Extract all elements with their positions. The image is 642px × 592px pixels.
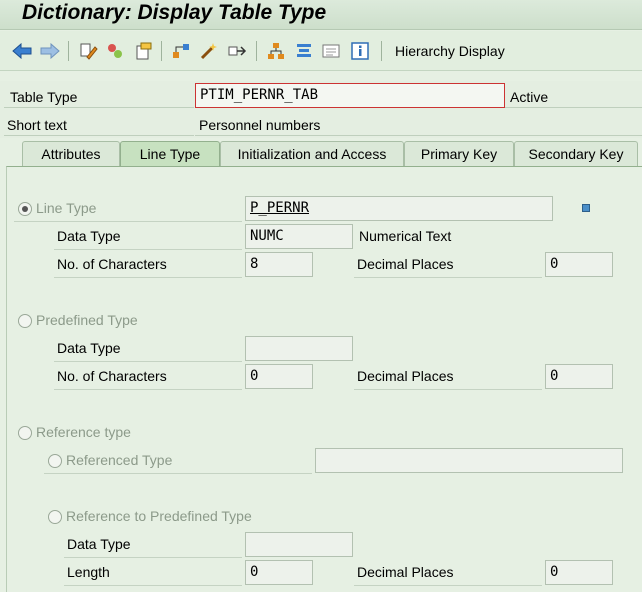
- referenced-type-label: Referenced Type: [66, 452, 173, 468]
- ref-predefined-label: Reference to Predefined Type: [66, 508, 252, 524]
- line-data-type-field[interactable]: NUMC: [245, 224, 353, 249]
- reference-type-radio[interactable]: [18, 426, 32, 440]
- ref-length-field[interactable]: 0: [245, 560, 313, 585]
- predef-num-chars-field[interactable]: 0: [245, 364, 313, 389]
- line-num-chars-label: No. of Characters: [57, 256, 167, 272]
- line-type-label: Line Type: [36, 200, 97, 216]
- other-object-icon[interactable]: [132, 40, 154, 62]
- tab-line-type[interactable]: Line Type: [120, 141, 220, 166]
- line-num-chars-field[interactable]: 8: [245, 252, 313, 277]
- referenced-type-radio[interactable]: [48, 454, 62, 468]
- window-title: Dictionary: Display Table Type: [22, 1, 327, 24]
- short-text-label: Short text: [7, 117, 67, 133]
- info-icon[interactable]: [349, 40, 371, 62]
- ref-decimal-label: Decimal Places: [357, 564, 454, 580]
- line-data-type-text: Numerical Text: [359, 228, 452, 244]
- line-decimal-label: Decimal Places: [357, 256, 454, 272]
- predef-decimal-label: Decimal Places: [357, 368, 454, 384]
- predefined-type-radio[interactable]: [18, 314, 32, 328]
- line-type-radio[interactable]: [18, 202, 32, 216]
- table-type-label: Table Type: [10, 89, 78, 105]
- activate-icon[interactable]: [198, 40, 220, 62]
- predef-num-chars-label: No. of Characters: [57, 368, 167, 384]
- ref-length-label: Length: [67, 564, 110, 580]
- display-change-icon[interactable]: [77, 40, 99, 62]
- header-area: Table Type PTIM_PERNR_TAB Active Short t…: [0, 81, 642, 138]
- ref-predefined-radio[interactable]: [48, 510, 62, 524]
- line-decimal-field[interactable]: 0: [545, 252, 613, 277]
- application-toolbar: Hierarchy Display: [0, 31, 642, 71]
- title-bar: Dictionary: Display Table Type: [0, 0, 642, 30]
- back-icon[interactable]: [11, 40, 33, 62]
- tab-secondary-key[interactable]: Secondary Key: [514, 141, 638, 166]
- reference-type-label: Reference type: [36, 424, 131, 440]
- display-object-list-icon[interactable]: [320, 40, 342, 62]
- tab-initialization-access[interactable]: Initialization and Access: [220, 141, 404, 166]
- technical-settings-icon[interactable]: [293, 40, 315, 62]
- table-type-field[interactable]: PTIM_PERNR_TAB: [195, 83, 505, 108]
- tab-primary-key[interactable]: Primary Key: [404, 141, 514, 166]
- line-data-type-label: Data Type: [57, 228, 121, 244]
- predef-data-type-label: Data Type: [57, 340, 121, 356]
- predef-decimal-field[interactable]: 0: [545, 364, 613, 389]
- ref-data-type-label: Data Type: [67, 536, 131, 552]
- line-type-field[interactable]: P_PERNR: [245, 196, 553, 221]
- tab-strip: Attributes Line Type Initialization and …: [0, 141, 642, 166]
- ref-data-type-field[interactable]: [245, 532, 353, 557]
- predefined-type-label: Predefined Type: [36, 312, 138, 328]
- forward-icon[interactable]: [39, 40, 61, 62]
- navigate-icon[interactable]: [226, 40, 248, 62]
- where-used-icon[interactable]: [170, 40, 192, 62]
- referenced-type-field[interactable]: [315, 448, 623, 473]
- hierarchy-display-button[interactable]: Hierarchy Display: [395, 43, 505, 59]
- active-inactive-icon[interactable]: [104, 40, 126, 62]
- hierarchy-icon[interactable]: [265, 40, 287, 62]
- navigate-marker-icon[interactable]: [582, 204, 590, 212]
- ref-decimal-field[interactable]: 0: [545, 560, 613, 585]
- predef-data-type-field[interactable]: [245, 336, 353, 361]
- tab-attributes[interactable]: Attributes: [22, 141, 120, 166]
